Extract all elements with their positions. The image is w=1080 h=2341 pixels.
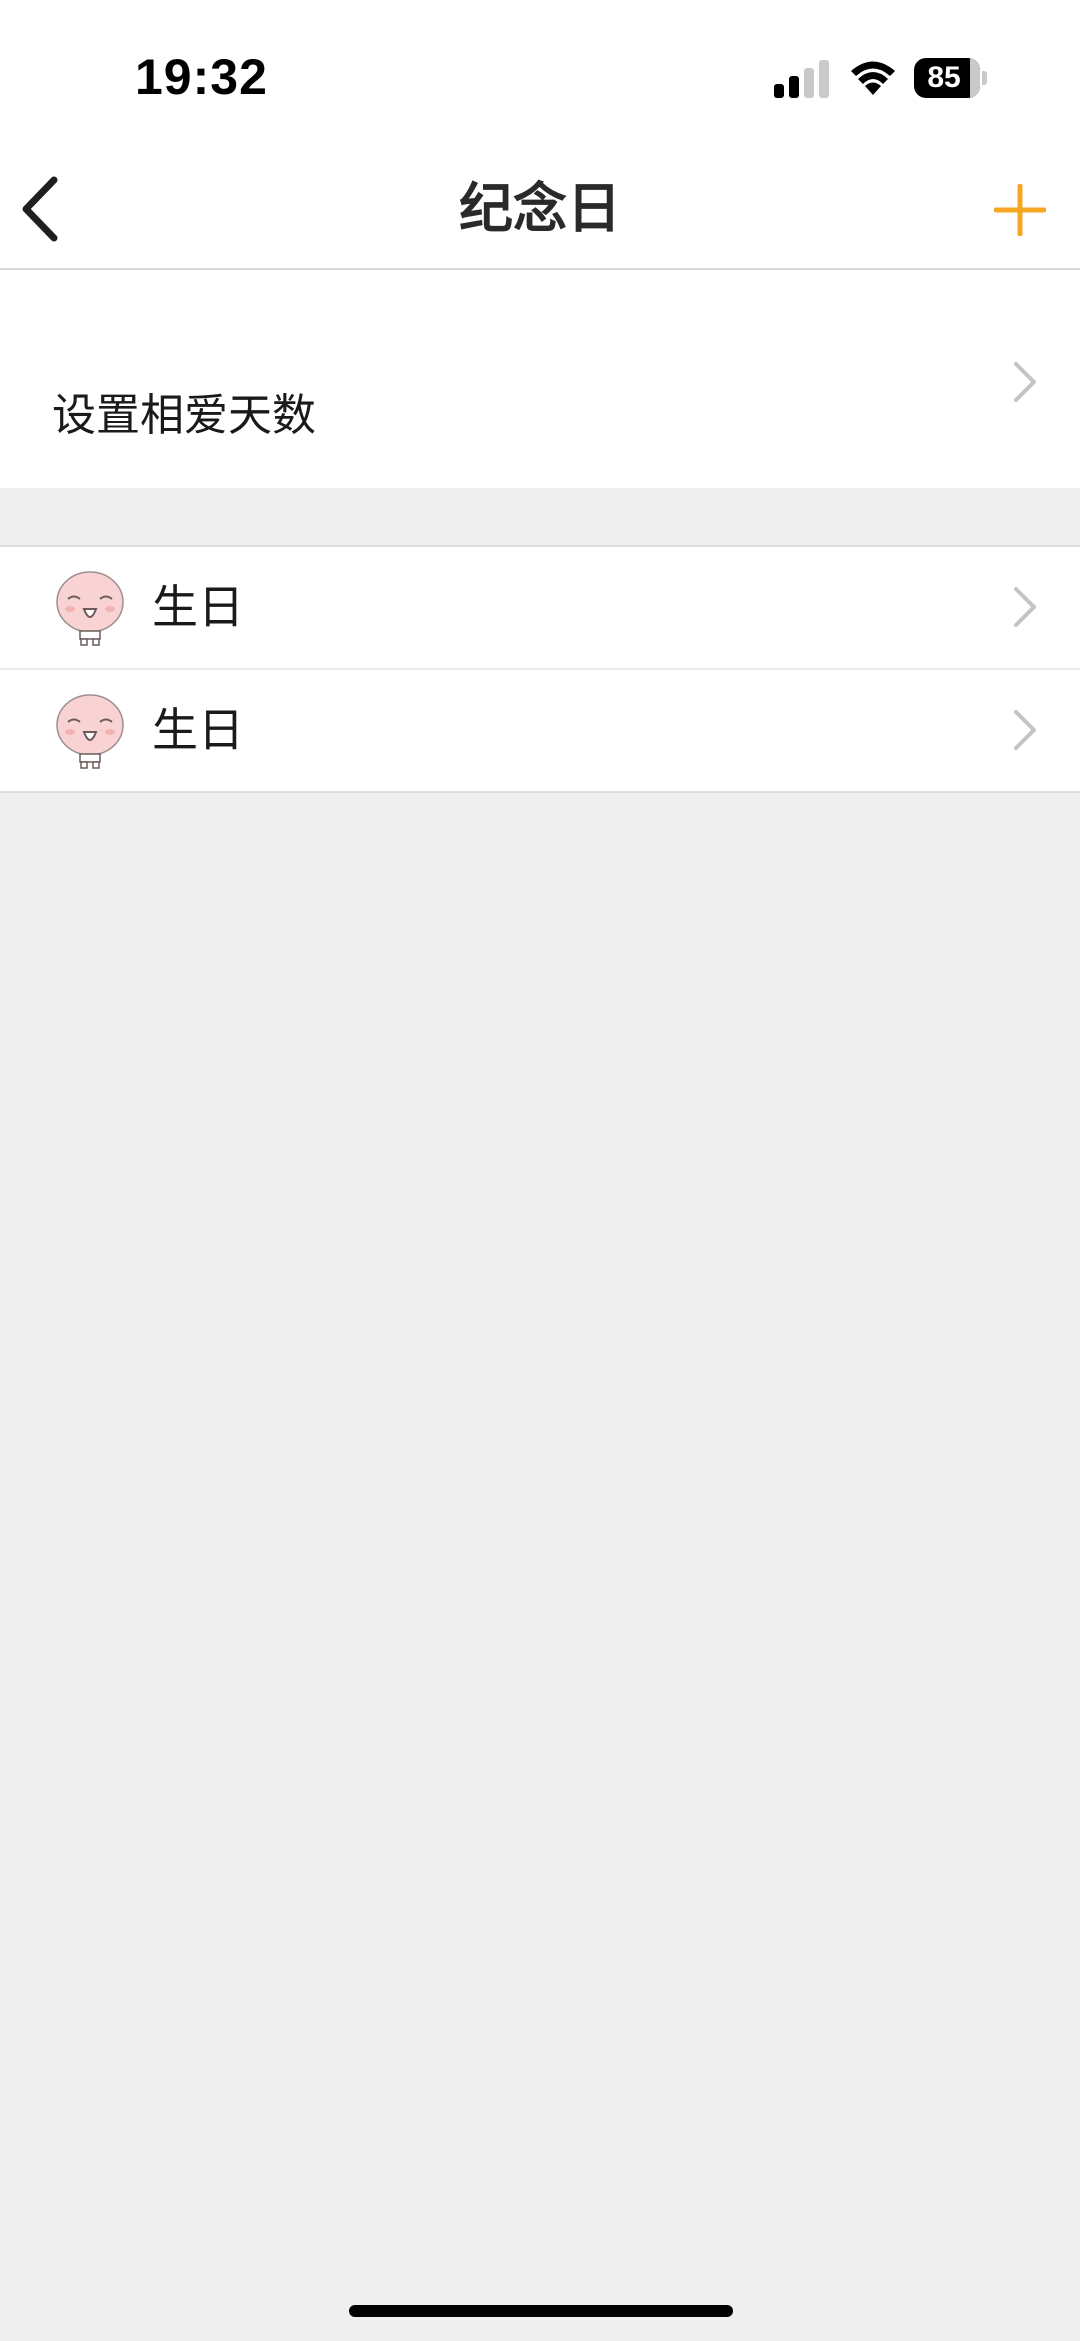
battery-level: 85 (927, 61, 961, 94)
cellular-signal-icon (774, 58, 830, 98)
set-love-days-row[interactable]: 设置相爱天数 (0, 270, 1080, 488)
bald-face-avatar-icon (56, 694, 124, 769)
wifi-icon (848, 58, 898, 98)
chevron-left-icon (22, 176, 58, 242)
anniversary-list: 生日 生日 (0, 545, 1080, 793)
add-anniversary-button[interactable] (960, 150, 1080, 268)
plus-icon (994, 184, 1046, 236)
set-love-days-label: 设置相爱天数 (52, 390, 316, 441)
anniversary-label: 生日 (152, 580, 244, 634)
anniversary-item[interactable]: 生日 (0, 547, 1080, 668)
anniversary-label: 生日 (152, 703, 244, 757)
anniversary-item[interactable]: 生日 (0, 668, 1080, 791)
chevron-right-icon (1014, 362, 1036, 402)
bald-face-avatar-icon (56, 571, 124, 646)
status-bar: 19:32 85 (0, 0, 1080, 150)
page-title: 纪念日 (459, 177, 621, 240)
battery-icon: 85 (914, 58, 987, 98)
home-indicator[interactable] (349, 2305, 733, 2317)
chevron-right-icon (1014, 710, 1036, 750)
chevron-right-icon (1014, 587, 1036, 627)
navigation-bar: 纪念日 (0, 150, 1080, 270)
back-button[interactable] (0, 150, 90, 268)
status-time: 19:32 (135, 49, 268, 105)
